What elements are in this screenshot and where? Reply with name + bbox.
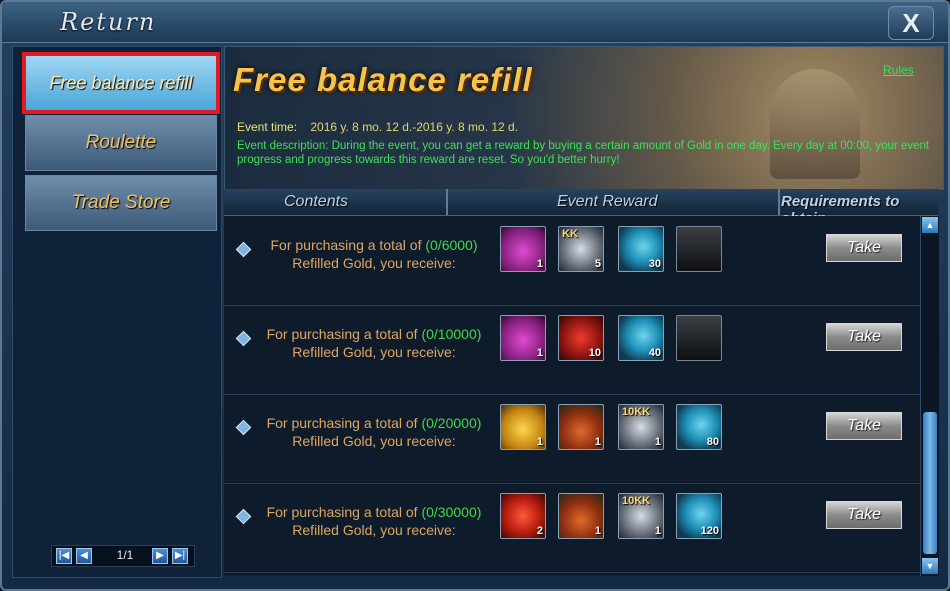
title-bar: Return X bbox=[2, 2, 948, 43]
take-button[interactable]: Take bbox=[826, 501, 902, 529]
row-description: For purchasing a total of (0/30000) Refi… bbox=[254, 503, 494, 539]
red-gem-icon[interactable]: 2 bbox=[500, 493, 546, 539]
gift-bag-red-icon[interactable]: 1 bbox=[558, 493, 604, 539]
row-prefix: For purchasing a total of bbox=[266, 415, 418, 431]
row-prefix: For purchasing a total of bbox=[266, 326, 418, 342]
scroll-down-icon[interactable]: ▼ bbox=[922, 558, 938, 574]
silver-coin-icon[interactable]: 10KK 1 bbox=[618, 404, 664, 450]
sidebar-item-roulette[interactable]: Roulette bbox=[25, 115, 217, 171]
table-header: Contents Event Reward Requirements to ob… bbox=[224, 189, 938, 227]
reward-row: For purchasing a total of (0/20000) Refi… bbox=[224, 394, 920, 484]
gift-bag-red-icon[interactable]: 1 bbox=[558, 404, 604, 450]
column-event-reward: Event Reward bbox=[557, 193, 658, 210]
row-suffix: Refilled Gold, you receive: bbox=[292, 255, 456, 271]
reward-list: For purchasing a total of (0/6000) Refil… bbox=[224, 216, 920, 576]
reward-row: For purchasing a total of (0/6000) Refil… bbox=[224, 216, 920, 306]
scrollbar[interactable]: ▲ ▼ bbox=[920, 216, 939, 576]
row-progress: (0/20000) bbox=[421, 415, 482, 431]
sidebar: Free balance refill Roulette Trade Store… bbox=[12, 46, 222, 578]
diamond-bullet-icon bbox=[235, 330, 252, 347]
event-description: Event description: During the event, you… bbox=[237, 140, 930, 166]
header-divider bbox=[446, 189, 448, 215]
row-suffix: Refilled Gold, you receive: bbox=[292, 344, 456, 360]
silver-coin-icon[interactable]: 10KK 1 bbox=[618, 493, 664, 539]
last-page-icon[interactable]: ▶| bbox=[172, 548, 188, 564]
event-banner: Free balance refill Rules Event time: 20… bbox=[224, 46, 944, 190]
take-button[interactable]: Take bbox=[826, 412, 902, 440]
row-description: For purchasing a total of (0/6000) Refil… bbox=[254, 236, 494, 272]
row-progress: (0/30000) bbox=[421, 504, 482, 520]
take-button[interactable]: Take bbox=[826, 323, 902, 351]
page-indicator: 1/1 bbox=[116, 548, 134, 562]
row-suffix: Refilled Gold, you receive: bbox=[292, 433, 456, 449]
reward-row: For purchasing a total of (0/10000) Refi… bbox=[224, 305, 920, 395]
gift-box-pink-icon[interactable]: 1 bbox=[500, 315, 546, 361]
event-time-label: Event time: bbox=[237, 120, 298, 134]
row-progress: (0/10000) bbox=[421, 326, 482, 342]
diamond-bullet-icon bbox=[235, 508, 252, 525]
column-contents: Contents bbox=[284, 193, 349, 210]
gift-box-pink-icon[interactable]: 1 bbox=[500, 226, 546, 272]
take-button[interactable]: Take bbox=[826, 234, 902, 262]
scroll-icon[interactable]: 120 bbox=[676, 493, 722, 539]
reward-row: For purchasing a total of (0/30000) Refi… bbox=[224, 483, 920, 573]
close-icon[interactable]: X bbox=[888, 6, 934, 40]
sidebar-item-free-balance-refill[interactable]: Free balance refill bbox=[22, 52, 220, 114]
sidebar-item-trade-store[interactable]: Trade Store bbox=[25, 175, 217, 231]
rules-link[interactable]: Rules bbox=[883, 63, 914, 77]
scroll-up-icon[interactable]: ▲ bbox=[922, 217, 938, 233]
scroll-icon[interactable]: 80 bbox=[676, 404, 722, 450]
scrollbar-thumb[interactable] bbox=[923, 412, 937, 554]
row-prefix: For purchasing a total of bbox=[266, 504, 418, 520]
empty-slot bbox=[676, 226, 722, 272]
banner-title: Free balance refill bbox=[233, 61, 533, 98]
diamond-bullet-icon bbox=[235, 419, 252, 436]
event-time: Event time: 2016 y. 8 mo. 12 d.-2016 y. … bbox=[237, 120, 518, 134]
event-time-value: 2016 y. 8 mo. 12 d.-2016 y. 8 mo. 12 d. bbox=[310, 120, 519, 134]
scroll-icon[interactable]: 30 bbox=[618, 226, 664, 272]
row-prefix: For purchasing a total of bbox=[270, 237, 422, 253]
scroll-icon[interactable]: 40 bbox=[618, 315, 664, 361]
row-suffix: Refilled Gold, you receive: bbox=[292, 522, 456, 538]
empty-slot bbox=[676, 315, 722, 361]
first-page-icon[interactable]: |◀ bbox=[56, 548, 72, 564]
return-window: Return X Free balance refill Roulette Tr… bbox=[0, 0, 950, 591]
row-description: For purchasing a total of (0/20000) Refi… bbox=[254, 414, 494, 450]
prev-page-icon[interactable]: ◀ bbox=[76, 548, 92, 564]
gold-chest-icon[interactable]: 1 bbox=[500, 404, 546, 450]
row-progress: (0/6000) bbox=[425, 237, 478, 253]
diamond-bullet-icon bbox=[235, 241, 252, 258]
pager: |◀ ◀ 1/1 ▶ ▶| bbox=[51, 545, 195, 567]
row-description: For purchasing a total of (0/10000) Refi… bbox=[254, 325, 494, 361]
next-page-icon[interactable]: ▶ bbox=[152, 548, 168, 564]
red-potion-icon[interactable]: 10 bbox=[558, 315, 604, 361]
silver-coin-icon[interactable]: KK 5 bbox=[558, 226, 604, 272]
header-divider bbox=[778, 189, 780, 215]
window-title: Return bbox=[60, 8, 157, 36]
